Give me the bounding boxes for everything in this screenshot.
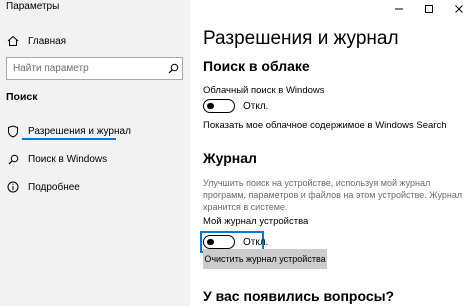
sidebar-item-label: Подробнее bbox=[28, 181, 80, 193]
window-controls bbox=[384, 0, 474, 20]
history-description: Улучшить поиск на устройстве, используя … bbox=[203, 178, 463, 212]
questions-heading: У вас появились вопросы? bbox=[203, 288, 395, 304]
minimize-button[interactable] bbox=[384, 0, 414, 20]
search-icon bbox=[6, 152, 20, 166]
home-icon bbox=[6, 34, 20, 48]
info-icon bbox=[6, 180, 20, 194]
active-indicator bbox=[22, 138, 116, 140]
sidebar-item-label: Главная bbox=[28, 35, 67, 47]
sidebar-item-label: Поиск в Windows bbox=[28, 153, 108, 165]
toggle-knob bbox=[207, 102, 214, 109]
toggle-state-label: Откл. bbox=[243, 236, 269, 248]
cloud-search-toggle-label: Облачный поиск в Windows bbox=[203, 85, 325, 96]
sidebar: Параметры Главная Поиск Разрешения и жур… bbox=[0, 0, 190, 306]
sidebar-section-label: Поиск bbox=[6, 91, 38, 103]
shield-icon bbox=[6, 124, 20, 138]
sidebar-item-home[interactable]: Главная bbox=[0, 30, 190, 52]
cloud-search-toggle[interactable] bbox=[203, 99, 235, 113]
toggle-state-label: Откл. bbox=[243, 100, 269, 112]
history-heading: Журнал bbox=[203, 150, 257, 166]
device-history-toggle[interactable] bbox=[203, 235, 235, 249]
cloud-content-link[interactable]: Показать мое облачное содержимое в Windo… bbox=[203, 120, 446, 131]
search-icon[interactable] bbox=[164, 63, 182, 74]
cloud-search-heading: Поиск в облаке bbox=[203, 58, 310, 74]
toggle-knob bbox=[207, 238, 214, 245]
close-icon bbox=[454, 1, 464, 19]
main-content: Разрешения и журнал Поиск в облаке Облач… bbox=[190, 0, 474, 306]
maximize-button[interactable] bbox=[414, 0, 444, 20]
search-input[interactable] bbox=[7, 63, 164, 74]
history-toggle-row: Откл. bbox=[203, 235, 268, 249]
history-toggle-label: Мой журнал устройства bbox=[203, 216, 309, 227]
minimize-icon bbox=[394, 1, 404, 19]
sidebar-item-label: Разрешения и журнал bbox=[28, 125, 131, 137]
close-button[interactable] bbox=[444, 0, 474, 20]
app-title: Параметры bbox=[6, 1, 60, 12]
page-title: Разрешения и журнал bbox=[203, 28, 399, 49]
clear-history-button[interactable]: Очистить журнал устройства bbox=[203, 249, 327, 269]
maximize-icon bbox=[424, 1, 434, 19]
settings-search-box[interactable] bbox=[6, 57, 183, 80]
sidebar-item-windows-search[interactable]: Поиск в Windows bbox=[0, 148, 190, 170]
cloud-search-toggle-row: Откл. bbox=[203, 99, 268, 113]
sidebar-item-more-info[interactable]: Подробнее bbox=[0, 176, 190, 198]
